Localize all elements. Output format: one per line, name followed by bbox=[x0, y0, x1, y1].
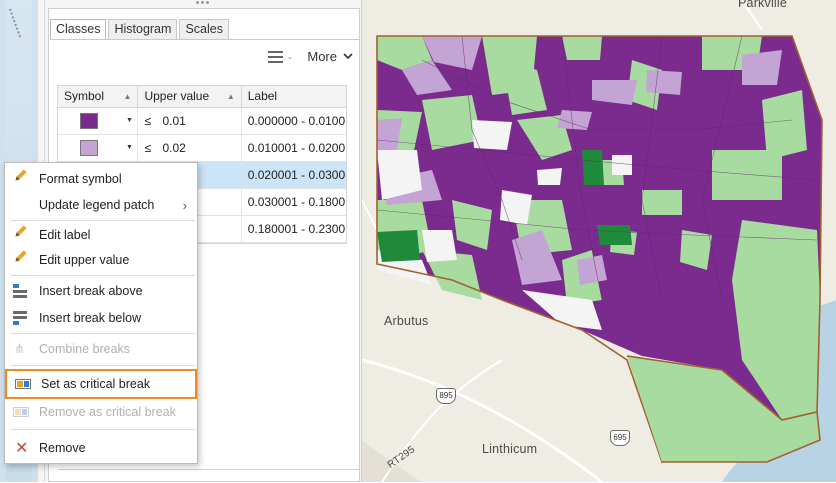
map-canvas[interactable] bbox=[362, 0, 836, 482]
sort-asc-icon: ▲ bbox=[226, 92, 235, 101]
label-cell[interactable]: 0.180001 - 0.2300... bbox=[242, 216, 346, 242]
menu-item-edit-label[interactable]: Edit label bbox=[5, 223, 197, 247]
symbol-dropdown-icon[interactable]: ▼ bbox=[126, 135, 133, 161]
menu-separator bbox=[11, 333, 195, 334]
more-menu-label[interactable]: More bbox=[307, 49, 337, 64]
menu-separator bbox=[11, 365, 195, 366]
upper-value-cell[interactable]: ≤0.02 bbox=[138, 135, 242, 161]
menu-item-format-symbol[interactable]: Format symbol bbox=[5, 167, 197, 191]
menu-item-combine-breaks[interactable]: ⋔ Combine breaks bbox=[5, 337, 197, 361]
tab-scales[interactable]: Scales bbox=[179, 19, 229, 39]
pencil-icon bbox=[15, 250, 27, 262]
menu-item-remove-critical-break[interactable]: Remove as critical break bbox=[5, 400, 197, 424]
tab-histogram[interactable]: Histogram bbox=[108, 19, 178, 39]
upper-value-cell[interactable]: ≤0.01 bbox=[138, 108, 242, 134]
symbol-dropdown-icon[interactable]: ▼ bbox=[126, 108, 133, 134]
place-label-parkville: Parkville bbox=[738, 0, 788, 10]
tab-classes[interactable]: Classes bbox=[50, 19, 107, 39]
sort-asc-icon: ▲ bbox=[123, 92, 132, 101]
header-symbol[interactable]: Symbol ▲ bbox=[58, 86, 139, 107]
classes-toolbar: ⌄ More bbox=[267, 49, 353, 64]
menu-item-edit-upper-value[interactable]: Edit upper value bbox=[5, 248, 197, 272]
submenu-arrow-icon: › bbox=[182, 197, 187, 213]
combine-breaks-icon: ⋔ bbox=[14, 341, 25, 356]
menu-item-insert-break-above[interactable]: Insert break above bbox=[5, 279, 197, 303]
symbol-cell[interactable]: ▼ bbox=[58, 135, 139, 161]
critical-break-icon bbox=[15, 379, 31, 389]
list-view-icon[interactable] bbox=[267, 50, 283, 63]
label-cell[interactable]: 0.030001 - 0.1800... bbox=[242, 189, 346, 215]
symbol-swatch[interactable] bbox=[80, 113, 98, 129]
chevron-down-icon[interactable] bbox=[343, 53, 353, 60]
menu-separator bbox=[11, 429, 195, 430]
header-label[interactable]: Label bbox=[242, 86, 346, 107]
remove-x-icon: ✕ bbox=[15, 440, 29, 457]
tab-underline bbox=[50, 39, 359, 40]
table-row[interactable]: ▼ ≤0.02 0.010001 - 0.0200... bbox=[58, 135, 346, 162]
menu-item-set-critical-break[interactable]: Set as critical break bbox=[5, 369, 197, 399]
insert-break-above-icon bbox=[13, 283, 29, 299]
menu-separator bbox=[11, 220, 195, 221]
menu-item-insert-break-below[interactable]: Insert break below bbox=[5, 306, 197, 330]
context-menu: Format symbol Update legend patch › Edit… bbox=[4, 162, 198, 464]
place-label-linthicum: Linthicum bbox=[482, 442, 538, 456]
symbol-swatch[interactable] bbox=[80, 140, 98, 156]
table-header: Symbol ▲ Upper value ▲ Label bbox=[58, 86, 346, 108]
interstate-shield-icon: 895 bbox=[436, 388, 456, 404]
list-view-dropdown-icon[interactable]: ⌄ bbox=[287, 52, 294, 61]
pencil-icon bbox=[15, 169, 27, 181]
menu-separator bbox=[11, 275, 195, 276]
header-upper-value[interactable]: Upper value ▲ bbox=[138, 86, 242, 107]
tab-strip: Classes Histogram Scales bbox=[50, 19, 231, 39]
remove-critical-break-icon bbox=[13, 407, 29, 417]
insert-break-below-icon bbox=[13, 310, 29, 326]
label-cell[interactable]: 0.020001 - 0.0300... bbox=[242, 162, 346, 188]
menu-item-remove[interactable]: ✕ Remove bbox=[5, 436, 197, 460]
label-cell[interactable]: 0.010001 - 0.0200... bbox=[242, 135, 346, 161]
map-view[interactable]: Parkville Arbutus Linthicum RT295 895 69… bbox=[362, 0, 836, 482]
interstate-shield-icon: 695 bbox=[610, 430, 630, 446]
menu-item-update-legend-patch[interactable]: Update legend patch › bbox=[5, 193, 197, 217]
label-cell[interactable]: 0.000000 - 0.0100... bbox=[242, 108, 346, 134]
pane-resize-grip[interactable] bbox=[196, 1, 212, 5]
table-row[interactable]: ▼ ≤0.01 0.000000 - 0.0100... bbox=[58, 108, 346, 135]
pencil-icon bbox=[15, 225, 27, 237]
place-label-arbutus: Arbutus bbox=[384, 314, 429, 328]
symbol-cell[interactable]: ▼ bbox=[58, 108, 139, 134]
panel-bottom-frame bbox=[59, 469, 359, 483]
